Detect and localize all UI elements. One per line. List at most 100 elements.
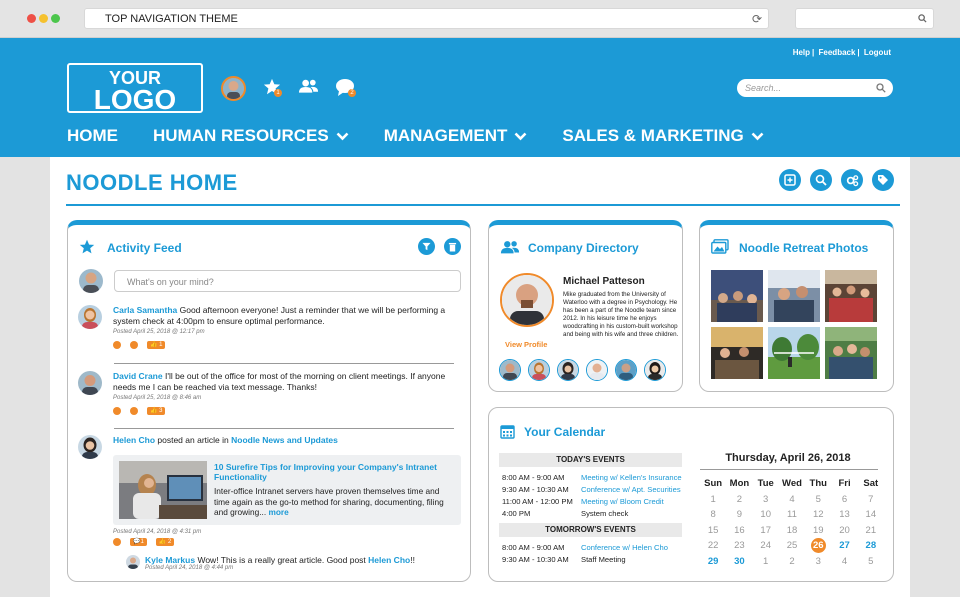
calendar-day[interactable]: 13	[831, 507, 857, 523]
calendar-event[interactable]: 9:30 AM - 10:30 AM Conference w/ Apt. Sec…	[502, 485, 681, 494]
post-group-link[interactable]: Noodle News and Updates	[231, 435, 338, 445]
retreat-photo[interactable]	[768, 327, 820, 379]
calendar-day[interactable]: 4	[779, 492, 805, 508]
post-avatar[interactable]	[78, 371, 102, 395]
calendar-day[interactable]: 10	[753, 507, 779, 523]
post-avatar[interactable]	[78, 435, 102, 459]
calendar-day[interactable]: 8	[700, 507, 726, 523]
calendar-day[interactable]: 26	[805, 538, 831, 554]
post-author[interactable]: Carla Samantha	[113, 305, 177, 315]
directory-avatar[interactable]	[644, 359, 666, 381]
like-button[interactable]: 👍 1	[147, 341, 166, 349]
expand-icon[interactable]	[113, 341, 121, 349]
site-logo[interactable]: YOUR LOGO	[67, 63, 203, 114]
retreat-photo[interactable]	[825, 327, 877, 379]
calendar-day[interactable]: 1	[700, 492, 726, 508]
event-title[interactable]: Meeting w/ Bloom Credit	[581, 497, 664, 506]
calendar-day[interactable]: 21	[858, 523, 884, 539]
expand-icon[interactable]	[113, 407, 121, 415]
calendar-day[interactable]: 2	[779, 554, 805, 570]
minimize-window-icon[interactable]	[39, 14, 48, 23]
add-content-button[interactable]	[779, 169, 801, 191]
calendar-day[interactable]: 2	[726, 492, 752, 508]
article-title[interactable]: 10 Surefire Tips for Improving your Comp…	[214, 462, 454, 482]
filter-button[interactable]	[418, 238, 435, 255]
calendar-day[interactable]: 16	[726, 523, 752, 539]
calendar-event[interactable]: 8:00 AM - 9:00 AM Conference w/ Helen Cho	[502, 543, 668, 552]
expand-icon[interactable]	[113, 538, 121, 546]
like-button[interactable]: 👍 2	[155, 538, 175, 546]
settings-button[interactable]	[841, 169, 863, 191]
search-button[interactable]	[810, 169, 832, 191]
calendar-day[interactable]: 15	[700, 523, 726, 539]
featured-employee-name[interactable]: Michael Patteson	[563, 276, 645, 287]
comment-icon[interactable]	[130, 407, 138, 415]
favorites-button[interactable]: 1	[263, 78, 282, 101]
event-title[interactable]: Conference w/ Apt. Securities	[581, 485, 681, 494]
calendar-day[interactable]: 3	[753, 492, 779, 508]
calendar-day[interactable]: 11	[779, 507, 805, 523]
calendar-event[interactable]: 9:30 AM - 10:30 AM Staff Meeting	[502, 555, 626, 564]
maximize-window-icon[interactable]	[51, 14, 60, 23]
calendar-day[interactable]: 12	[805, 507, 831, 523]
composer-input[interactable]: What's on your mind?	[114, 270, 461, 292]
messages-button[interactable]: 2	[335, 78, 356, 101]
calendar-day[interactable]: 17	[753, 523, 779, 539]
nav-human-resources[interactable]: HUMAN RESOURCES	[153, 126, 349, 146]
calendar-day[interactable]: 9	[726, 507, 752, 523]
nav-sales-marketing[interactable]: SALES & MARKETING	[562, 126, 764, 146]
retreat-photo[interactable]	[825, 270, 877, 322]
reply-author[interactable]: Kyle Markus	[145, 555, 195, 565]
calendar-day[interactable]: 23	[726, 538, 752, 554]
directory-avatar[interactable]	[528, 359, 550, 381]
calendar-day[interactable]: 28	[858, 538, 884, 554]
retreat-photo[interactable]	[711, 327, 763, 379]
calendar-day[interactable]: 27	[831, 538, 857, 554]
article-preview[interactable]: 10 Surefire Tips for Improving your Comp…	[113, 455, 461, 525]
calendar-day[interactable]: 22	[700, 538, 726, 554]
post-author[interactable]: David Crane	[113, 371, 163, 381]
calendar-day[interactable]: 25	[779, 538, 805, 554]
calendar-day[interactable]: 19	[805, 523, 831, 539]
comment-button[interactable]: 💬1	[130, 538, 147, 546]
site-search-input[interactable]: Search...	[737, 79, 893, 97]
post-avatar[interactable]	[78, 305, 102, 329]
event-title[interactable]: Conference w/ Helen Cho	[581, 543, 668, 552]
calendar-day[interactable]: 5	[805, 492, 831, 508]
directory-avatar[interactable]	[586, 359, 608, 381]
feedback-link[interactable]: Feedback	[819, 48, 856, 57]
read-more-link[interactable]: more	[268, 507, 288, 517]
event-title[interactable]: Meeting w/ Kellen's Insurance	[581, 473, 682, 482]
calendar-day[interactable]: 6	[831, 492, 857, 508]
directory-avatar[interactable]	[557, 359, 579, 381]
address-bar[interactable]: TOP NAVIGATION THEME ⟳	[84, 8, 769, 29]
calendar-day[interactable]: 5	[858, 554, 884, 570]
reply-avatar[interactable]	[126, 555, 140, 569]
calendar-day[interactable]: 7	[858, 492, 884, 508]
calendar-day[interactable]: 30	[726, 554, 752, 570]
nav-home[interactable]: HOME	[67, 126, 118, 146]
directory-avatar[interactable]	[499, 359, 521, 381]
nav-management[interactable]: MANAGEMENT	[384, 126, 528, 146]
reply-mention[interactable]: Helen Cho	[368, 555, 410, 565]
like-button[interactable]: 👍 3	[147, 407, 166, 415]
calendar-day[interactable]: 29	[700, 554, 726, 570]
search-icon[interactable]	[876, 83, 886, 93]
directory-avatar[interactable]	[615, 359, 637, 381]
calendar-day[interactable]: 20	[831, 523, 857, 539]
calendar-day[interactable]: 24	[753, 538, 779, 554]
retreat-photo[interactable]	[768, 270, 820, 322]
post-author[interactable]: Helen Cho	[113, 435, 155, 445]
logout-link[interactable]: Logout	[864, 48, 891, 57]
calendar-day[interactable]: 14	[858, 507, 884, 523]
reload-icon[interactable]: ⟳	[752, 12, 762, 26]
browser-search-input[interactable]	[795, 8, 934, 29]
people-button[interactable]	[298, 78, 319, 99]
calendar-event[interactable]: 11:00 AM - 12:00 PM Meeting w/ Bloom Cred…	[502, 497, 664, 506]
help-link[interactable]: Help	[793, 48, 810, 57]
close-window-icon[interactable]	[27, 14, 36, 23]
calendar-event[interactable]: 8:00 AM - 9:00 AM Meeting w/ Kellen's Ins…	[502, 473, 682, 482]
calendar-day[interactable]: 3	[805, 554, 831, 570]
comment-icon[interactable]	[130, 341, 138, 349]
calendar-day[interactable]: 18	[779, 523, 805, 539]
